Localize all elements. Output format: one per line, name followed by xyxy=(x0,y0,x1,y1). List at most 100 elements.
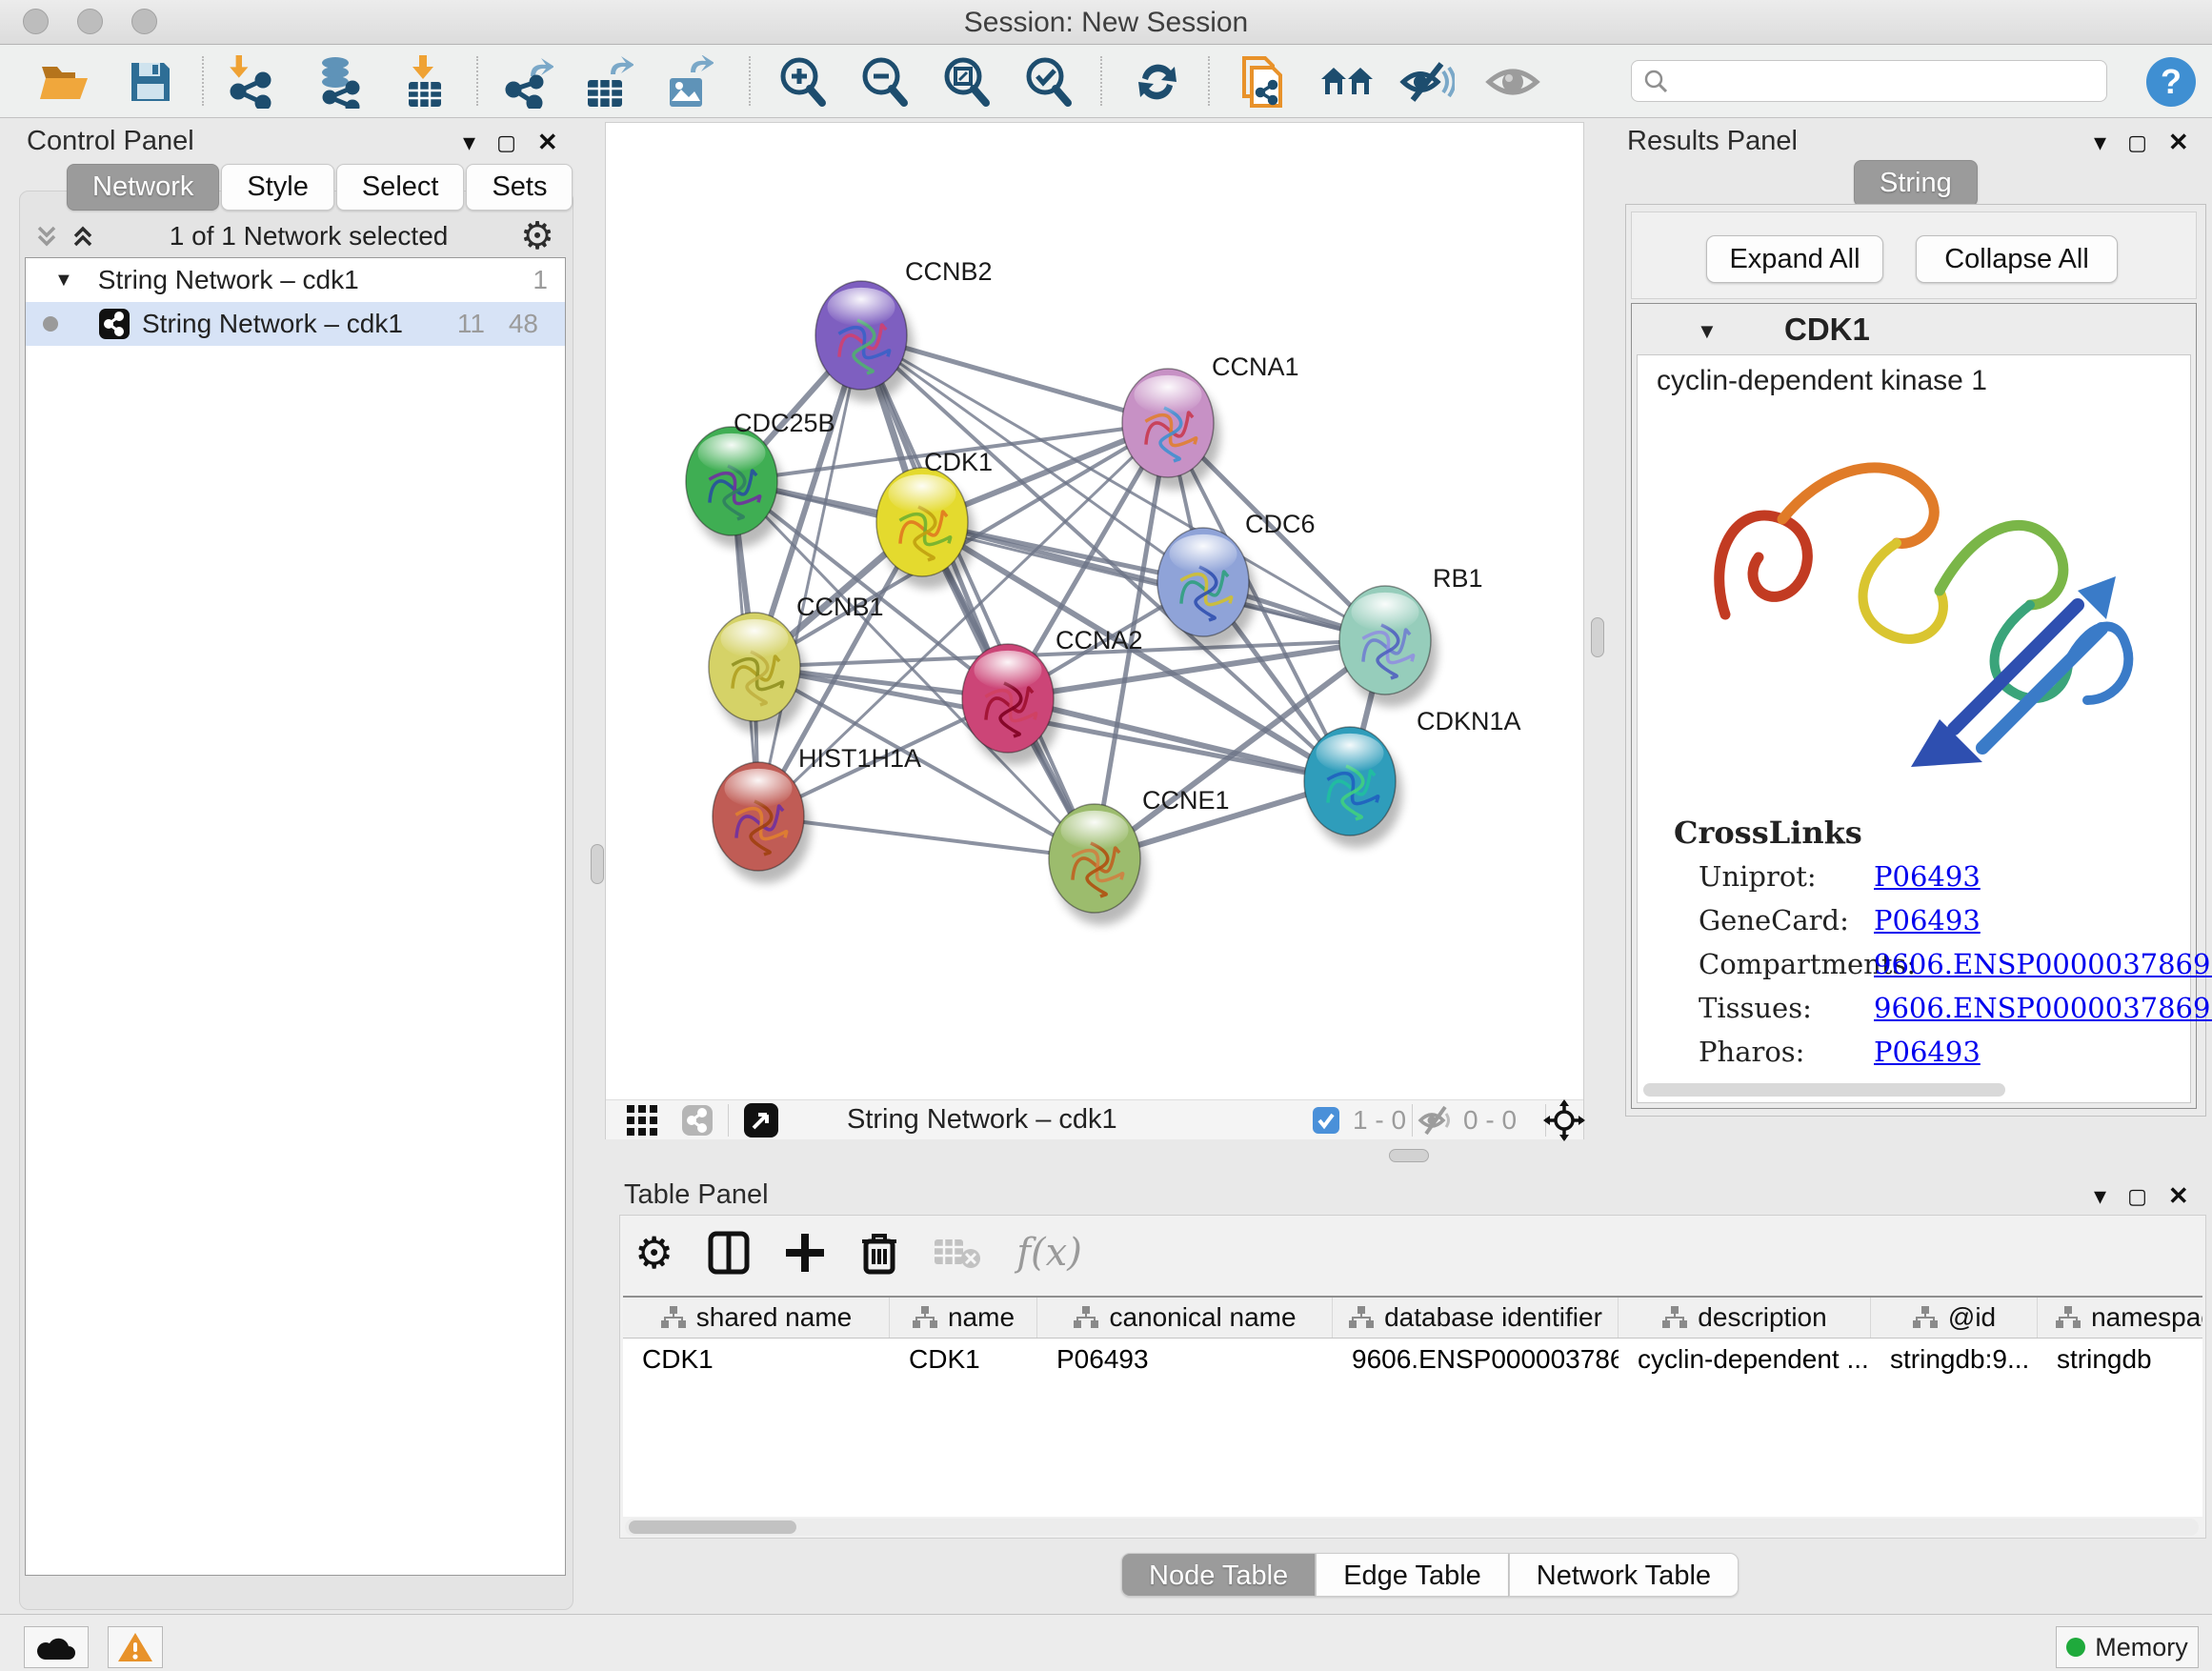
results-scrollbar[interactable] xyxy=(1643,1083,2005,1097)
tab-network-table[interactable]: Network Table xyxy=(1509,1553,1739,1597)
add-column-icon[interactable] xyxy=(784,1232,826,1274)
help-button[interactable]: ? xyxy=(2140,52,2202,111)
tab-style[interactable]: Style xyxy=(221,164,333,211)
hide-unhide-button[interactable] xyxy=(1396,52,1458,111)
protein-structure-image xyxy=(1668,414,2163,786)
expand-all-button[interactable]: Expand All xyxy=(1706,235,1883,283)
float-menu-icon[interactable]: ▾ xyxy=(2094,1181,2106,1211)
grid-view-icon[interactable] xyxy=(625,1103,659,1137)
close-panel-icon[interactable]: ✕ xyxy=(537,128,558,157)
network-view-canvas[interactable]: CCNB2CCNA1CDC25BCDK1CDC6RB1CCNB1CCNA2CDK… xyxy=(605,122,1584,1139)
crosslink-genecard-link[interactable]: P06493 xyxy=(1874,904,1981,936)
float-window-icon[interactable]: ▢ xyxy=(2127,1184,2147,1209)
node-HIST1H1A[interactable]: HIST1H1A xyxy=(713,744,921,883)
export-image-button[interactable] xyxy=(656,52,719,111)
node-CDC6[interactable]: CDC6 xyxy=(1157,510,1316,649)
network-collection-row[interactable]: ▼ String Network – cdk1 1 xyxy=(26,258,565,302)
export-network-button[interactable] xyxy=(496,52,559,111)
column-header[interactable]: name xyxy=(890,1298,1037,1338)
gene-collapse-caret-icon[interactable]: ▼ xyxy=(1697,319,1718,344)
crosslink-uniprot-link[interactable]: P06493 xyxy=(1874,860,1981,893)
left-splitter-handle[interactable] xyxy=(591,844,604,884)
string-home-button[interactable] xyxy=(1316,52,1378,111)
save-session-button[interactable] xyxy=(119,52,182,111)
crosslink-compartments-link[interactable]: 9606.ENSP00000378699 xyxy=(1874,948,2212,980)
right-splitter-handle[interactable] xyxy=(1591,617,1604,657)
export-table-button[interactable] xyxy=(576,52,639,111)
import-network-database-button[interactable] xyxy=(308,52,371,111)
node-RB1[interactable]: RB1 xyxy=(1339,564,1483,707)
network-options-gear-icon[interactable]: ⚙ xyxy=(520,214,554,258)
column-header[interactable]: namespace xyxy=(2038,1298,2202,1338)
birds-eye-view-icon[interactable] xyxy=(742,1101,780,1139)
table-options-gear-icon[interactable]: ⚙ xyxy=(634,1227,674,1278)
network-selection-bar: 1 of 1 Network selected ⚙ xyxy=(23,217,568,255)
tab-sets[interactable]: Sets xyxy=(466,164,573,211)
refresh-button[interactable] xyxy=(1126,52,1189,111)
open-session-button[interactable] xyxy=(33,52,96,111)
string-network-graph[interactable]: CCNB2CCNA1CDC25BCDK1CDC6RB1CCNB1CCNA2CDK… xyxy=(606,123,1583,1100)
tab-select[interactable]: Select xyxy=(336,164,465,211)
show-columns-icon[interactable] xyxy=(708,1230,750,1276)
network-view-title: String Network – cdk1 xyxy=(847,1104,1117,1136)
results-panel-window-icons: ▾ ▢ ✕ xyxy=(2094,128,2189,157)
node-CCNA1[interactable]: CCNA1 xyxy=(1122,352,1299,490)
help-icon: ? xyxy=(2144,55,2198,109)
column-header[interactable]: @id xyxy=(1871,1298,2038,1338)
column-header[interactable]: description xyxy=(1619,1298,1871,1338)
close-panel-icon[interactable]: ✕ xyxy=(2168,128,2189,157)
node-CDKN1A[interactable]: CDKN1A xyxy=(1304,707,1521,848)
table-scrollbar-thumb[interactable] xyxy=(629,1520,796,1534)
selected-nodes-indicator[interactable]: 1 - 0 xyxy=(1311,1105,1406,1136)
fit-content-crosshair-icon[interactable] xyxy=(1543,1099,1585,1141)
float-menu-icon[interactable]: ▾ xyxy=(463,128,475,157)
bottom-splitter-handle[interactable] xyxy=(1389,1149,1429,1162)
memory-button[interactable]: Memory xyxy=(2056,1626,2199,1668)
warning-status-button[interactable] xyxy=(108,1626,163,1668)
close-panel-icon[interactable]: ✕ xyxy=(2168,1181,2189,1211)
table-panel-title: Table Panel xyxy=(624,1179,769,1211)
hidden-elements-indicator[interactable]: 0 - 0 xyxy=(1418,1105,1517,1136)
network-row[interactable]: String Network – cdk1 11 48 xyxy=(26,302,565,346)
column-header[interactable]: canonical name xyxy=(1037,1298,1333,1338)
collapse-all-icon[interactable] xyxy=(32,222,61,251)
node-table[interactable]: shared name name canonical name database… xyxy=(623,1296,2202,1517)
zoom-selected-button[interactable] xyxy=(1016,52,1079,111)
collection-expand-caret-icon[interactable]: ▼ xyxy=(54,270,73,292)
float-window-icon[interactable]: ▢ xyxy=(2127,131,2147,155)
edge-CCNB2-CCNE1[interactable] xyxy=(861,335,1095,858)
float-window-icon[interactable]: ▢ xyxy=(496,131,516,155)
column-header[interactable]: database identifier xyxy=(1333,1298,1619,1338)
hidden-eye-icon xyxy=(1418,1105,1454,1136)
zoom-in-button[interactable] xyxy=(771,52,834,111)
table-horizontal-scrollbar[interactable] xyxy=(625,1519,2199,1536)
zoom-fit-button[interactable] xyxy=(935,52,997,111)
import-network-file-button[interactable] xyxy=(218,52,281,111)
crosslink-pharos-link[interactable]: P06493 xyxy=(1874,1036,1981,1068)
import-table-file-button[interactable] xyxy=(393,52,456,111)
toolbar-separator xyxy=(749,56,751,106)
cell-database-identifier: 9606.ENSP00000378699 xyxy=(1333,1338,1619,1381)
tab-network[interactable]: Network xyxy=(67,164,219,211)
table-row[interactable]: CDK1 CDK1 P06493 9606.ENSP00000378699 cy… xyxy=(623,1338,2202,1381)
delete-column-icon[interactable] xyxy=(860,1230,898,1276)
zoom-out-button[interactable] xyxy=(853,52,915,111)
tab-node-table[interactable]: Node Table xyxy=(1121,1553,1316,1597)
string-view-icon[interactable] xyxy=(680,1103,714,1137)
node-CCNE1[interactable]: CCNE1 xyxy=(1049,786,1230,925)
float-menu-icon[interactable]: ▾ xyxy=(2094,128,2106,157)
search-input[interactable] xyxy=(1631,60,2107,102)
cloud-status-button[interactable] xyxy=(24,1626,89,1668)
node-label-CCNE1: CCNE1 xyxy=(1142,786,1230,815)
highlight-button[interactable] xyxy=(1481,52,1544,111)
tab-string-results[interactable]: String xyxy=(1854,160,1978,207)
node-CCNB2[interactable]: CCNB2 xyxy=(815,257,993,402)
collapse-all-button[interactable]: Collapse All xyxy=(1916,235,2118,283)
node-CDK1[interactable]: CDK1 xyxy=(876,448,993,589)
tab-edge-table[interactable]: Edge Table xyxy=(1316,1553,1509,1597)
expand-all-icon[interactable] xyxy=(69,222,97,251)
hidden-counts: 0 - 0 xyxy=(1463,1105,1517,1136)
crosslink-tissues-link[interactable]: 9606.ENSP00000378699 xyxy=(1874,992,2212,1024)
column-header[interactable]: shared name xyxy=(623,1298,890,1338)
string-protein-query-button[interactable] xyxy=(1232,52,1295,111)
